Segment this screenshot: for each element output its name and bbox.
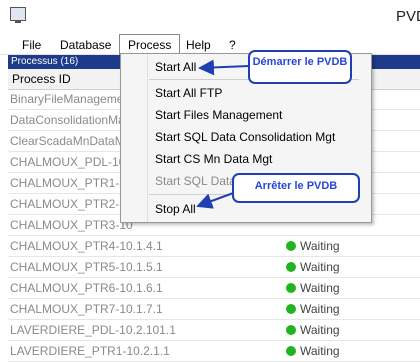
status-cell: Waiting [286,281,340,295]
menu-item-stop-all[interactable]: Stop All [155,202,196,216]
table-row[interactable]: LAVERDIERE_PTR1-10.2.1.1 Waiting [8,341,420,362]
status-dot-icon [286,283,296,293]
status-cell: Waiting [286,260,340,274]
process-id-cell: BinaryFileManagement [10,92,134,106]
status-text: Waiting [300,260,340,274]
menu-help[interactable]: Help [186,37,211,53]
menu-item-start-sql-consolidation[interactable]: Start SQL Data Consolidation Mgt [155,130,335,144]
process-id-cell: CHALMOUX_PTR7-10.1.7.1 [10,302,163,316]
callout-stop: Arrêter le PVDB [232,173,360,203]
status-dot-icon [286,262,296,272]
status-cell: Waiting [286,239,340,253]
menu-item-start-all-ftp[interactable]: Start All FTP [155,86,222,100]
process-id-cell: CHALMOUX_PTR2-10 [10,197,133,211]
status-dot-icon [286,304,296,314]
process-id-cell: LAVERDIERE_PTR1-10.2.1.1 [10,344,170,358]
menu-item-start-cs-mn[interactable]: Start CS Mn Data Mgt [155,152,272,166]
table-row[interactable]: CHALMOUX_PTR4-10.1.4.1 Waiting [8,236,420,257]
process-id-cell: CHALMOUX_PTR5-10.1.5.1 [10,260,163,274]
status-text: Waiting [300,344,340,358]
table-row[interactable]: CHALMOUX_PTR5-10.1.5.1 Waiting [8,257,420,278]
window-title: PVD [396,8,420,25]
menu-item-start-files-management[interactable]: Start Files Management [155,108,282,122]
table-row[interactable]: CHALMOUX_PTR6-10.1.6.1 Waiting [8,278,420,299]
status-cell: Waiting [286,344,340,358]
column-header-label: Process ID [12,72,71,86]
table-row[interactable]: CHALMOUX_PTR7-10.1.7.1 Waiting [8,299,420,320]
menu-process[interactable]: Process [119,34,181,55]
callout-start: Démarrer le PVDB [248,50,352,84]
status-text: Waiting [300,302,340,316]
process-id-cell: CHALMOUX_PTR3-10 [10,218,133,232]
process-id-cell: CHALMOUX_PTR4-10.1.4.1 [10,239,163,253]
status-text: Waiting [300,239,340,253]
menu-database[interactable]: Database [60,37,111,53]
process-id-cell: CHALMOUX_PTR1-10 [10,176,133,190]
monitor-icon[interactable] [10,7,26,23]
status-dot-icon [286,346,296,356]
status-dot-icon [286,241,296,251]
status-text: Waiting [300,323,340,337]
menu-item-start-sql-data: Start SQL Data [155,174,236,188]
status-cell: Waiting [286,302,340,316]
menu-about[interactable]: ? [229,37,236,53]
menu-item-start-all[interactable]: Start All [155,60,196,74]
menu-bar: File Database Process Help ? [0,34,420,55]
status-text: Waiting [300,281,340,295]
status-cell: Waiting [286,323,340,337]
menu-gutter [121,54,148,222]
process-id-cell: DataConsolidationMan [10,113,132,127]
process-id-cell: ClearScadaMnDataMan [10,134,139,148]
title-bar: PVD [0,0,420,34]
process-id-cell: CHALMOUX_PDL-10.1 [10,155,136,169]
status-dot-icon [286,325,296,335]
table-row[interactable]: LAVERDIERE_PDL-10.2.101.1 Waiting [8,320,420,341]
menu-file[interactable]: File [22,37,41,53]
process-id-cell: LAVERDIERE_PDL-10.2.101.1 [10,323,176,337]
process-id-cell: CHALMOUX_PTR6-10.1.6.1 [10,281,163,295]
